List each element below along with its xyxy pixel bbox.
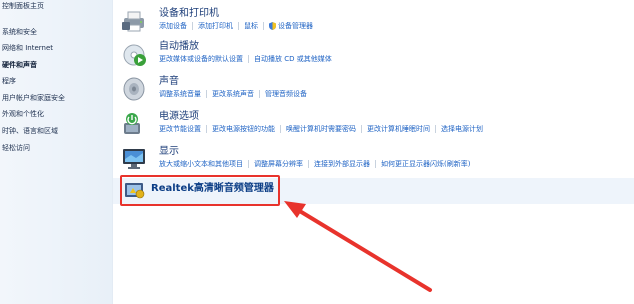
fix-flicker-link[interactable]: 如何更正显示器闪烁(刷新率) (381, 160, 470, 168)
power-button-function-link[interactable]: 更改电源按钮的功能 (212, 125, 275, 133)
speaker-icon[interactable] (121, 76, 149, 102)
display-title[interactable]: 显示 (159, 146, 179, 158)
sidebar-item-home[interactable]: 控制面板主页 (2, 2, 44, 11)
power-options-title[interactable]: 电源选项 (159, 111, 199, 123)
devices-printers-title[interactable]: 设备和打印机 (159, 8, 219, 20)
manage-audio-devices-link[interactable]: 管理音频设备 (265, 90, 307, 98)
mouse-link[interactable]: 鼠标 (244, 22, 258, 30)
sidebar-item-hardware-sound[interactable]: 硬件和声音 (2, 61, 37, 70)
highlight-box (120, 175, 280, 206)
power-options-icon[interactable] (121, 111, 149, 137)
add-printer-link[interactable]: 添加打印机 (198, 22, 233, 30)
choose-power-plan-link[interactable]: 选择电源计划 (441, 125, 483, 133)
change-media-defaults-link[interactable]: 更改媒体或设备的默认设置 (159, 55, 243, 63)
sound-title[interactable]: 声音 (159, 76, 179, 88)
change-sleep-time-link[interactable]: 更改计算机睡眠时间 (367, 125, 430, 133)
autoplay-title[interactable]: 自动播放 (159, 41, 199, 53)
add-device-link[interactable]: 添加设备 (159, 22, 187, 30)
screen-resolution-link[interactable]: 调整屏幕分辨率 (254, 160, 303, 168)
sidebar-item-user-accounts[interactable]: 用户帐户和家庭安全 (2, 94, 65, 103)
printer-icon[interactable] (121, 8, 149, 34)
adjust-volume-link[interactable]: 调整系统音量 (159, 90, 201, 98)
sidebar-item-clock-language[interactable]: 时钟、语言和区域 (2, 127, 58, 136)
change-system-sounds-link[interactable]: 更改系统声音 (212, 90, 254, 98)
text-size-link[interactable]: 放大或缩小文本和其他项目 (159, 160, 243, 168)
sidebar-item-ease-of-access[interactable]: 轻松访问 (2, 144, 30, 153)
device-manager-link[interactable]: 设备管理器 (278, 22, 313, 30)
navigation-pane: 控制面板主页 系统和安全 网络和 Internet 硬件和声音 程序 用户帐户和… (0, 0, 113, 304)
sidebar-item-system-security[interactable]: 系统和安全 (2, 28, 37, 37)
require-password-wake-link[interactable]: 唤醒计算机时需要密码 (286, 125, 356, 133)
autoplay-icon[interactable] (121, 41, 149, 67)
sidebar-item-network[interactable]: 网络和 Internet (2, 44, 53, 53)
uac-shield-icon (269, 22, 276, 30)
autoplay-cd-link[interactable]: 自动播放 CD 或其他媒体 (254, 55, 332, 63)
sidebar-item-appearance[interactable]: 外观和个性化 (2, 110, 44, 119)
content-pane: 设备和打印机 添加设备 添加打印机 鼠标 设备管理器 自动播放 更改媒体或设备的默认设… (113, 0, 634, 304)
change-power-saving-link[interactable]: 更改节能设置 (159, 125, 201, 133)
display-icon[interactable] (121, 146, 149, 172)
external-display-link[interactable]: 连接到外部显示器 (314, 160, 370, 168)
sidebar-item-programs[interactable]: 程序 (2, 77, 16, 86)
